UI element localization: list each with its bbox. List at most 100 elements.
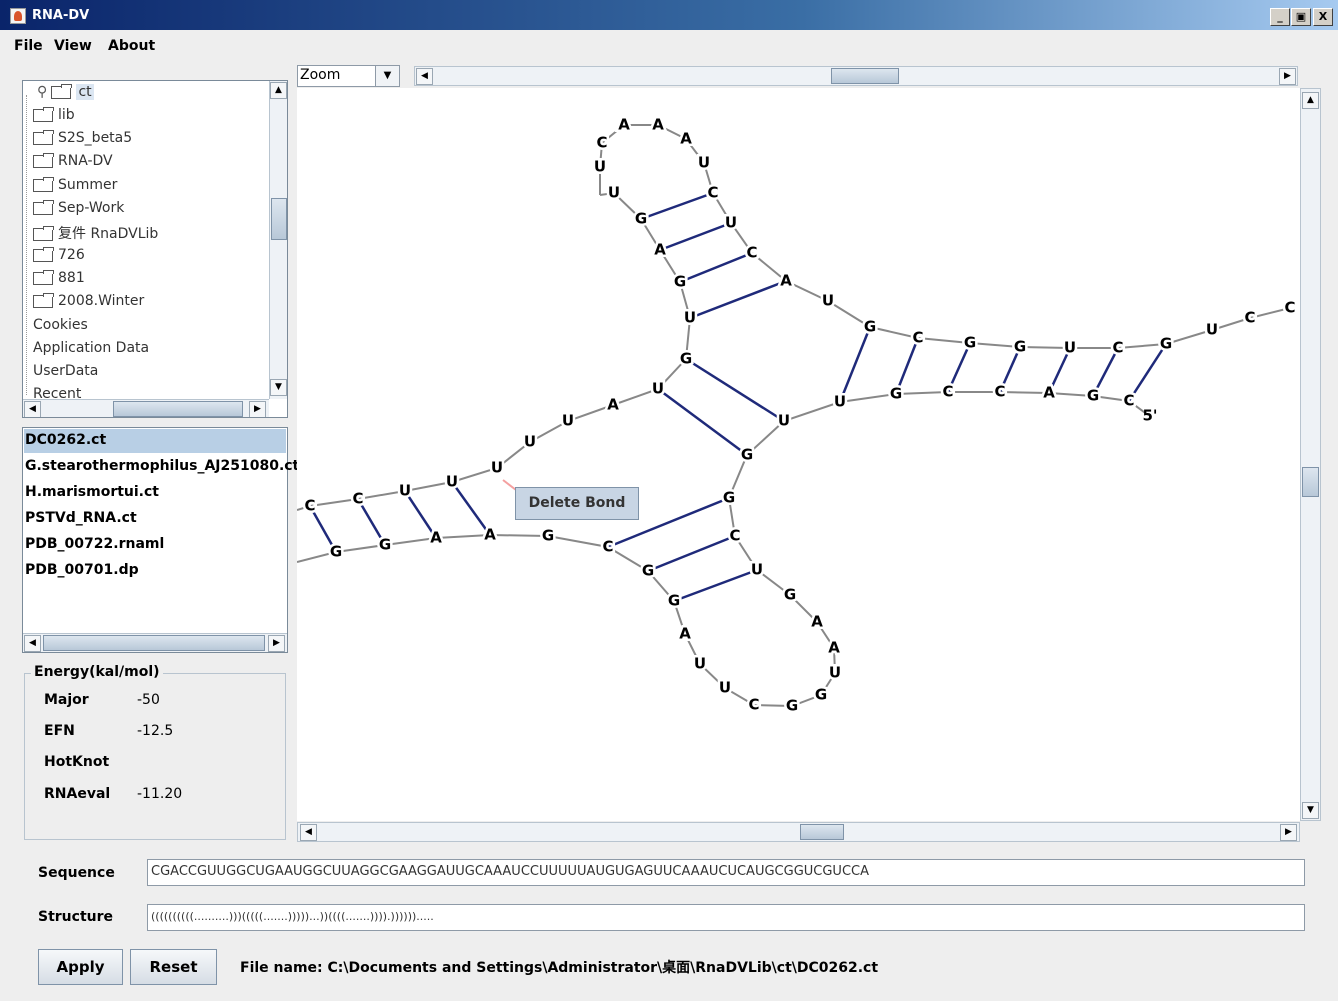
svg-text:U: U	[834, 393, 846, 411]
file-item[interactable]: G.stearothermophilus_AJ251080.ct	[24, 455, 299, 479]
maximize-button[interactable]: ▣	[1291, 8, 1311, 26]
tree-node-root[interactable]: ⚲ ct	[37, 83, 94, 106]
base-pair-bond[interactable]	[1127, 343, 1168, 402]
svg-text:C: C	[748, 696, 759, 714]
tree-horizontal-scrollbar[interactable]: ◀ ▶	[23, 399, 269, 417]
tree-node[interactable]: Sep-Work	[33, 199, 124, 222]
file-item[interactable]: H.marismortui.ct	[24, 481, 286, 505]
file-item[interactable]: DC0262.ct	[24, 429, 286, 453]
base-pair-bond[interactable]	[679, 251, 753, 284]
svg-text:A: A	[1043, 384, 1055, 402]
scroll-left-arrow[interactable]: ◀	[24, 635, 41, 652]
title-bar: RNA-DV _ ▣ X	[0, 0, 1338, 30]
energy-label-efn: EFN	[44, 723, 75, 739]
base-pair-bond[interactable]	[689, 279, 787, 320]
tree-node[interactable]: Application Data	[23, 340, 149, 362]
svg-text:U: U	[491, 459, 503, 477]
scroll-down-arrow[interactable]: ▼	[270, 379, 287, 396]
reset-button[interactable]: Reset	[130, 949, 217, 985]
file-list-horizontal-scrollbar[interactable]: ◀ ▶	[23, 633, 287, 652]
tree-node[interactable]: 复件 RnaDVLib	[33, 223, 158, 245]
tree-node-label: Application Data	[33, 340, 150, 356]
structure-field[interactable]: ((((((((((..........)))(((((.......)))))…	[147, 904, 1305, 931]
tree-node[interactable]: UserData	[23, 363, 98, 385]
canvas-vertical-scrollbar[interactable]: ▲ ▼	[1300, 88, 1321, 821]
tree-node-label: 881	[58, 270, 85, 286]
scroll-right-arrow[interactable]: ▶	[1280, 824, 1297, 841]
delete-bond-menu-item[interactable]: Delete Bond	[515, 487, 639, 520]
tree-node-label: 复件 RnaDVLib	[58, 226, 159, 242]
scroll-thumb[interactable]	[271, 198, 287, 240]
base-pair-bond[interactable]	[647, 534, 736, 573]
apply-button[interactable]: Apply	[38, 949, 123, 985]
tree-node[interactable]: RNA-DV	[33, 152, 113, 175]
close-button[interactable]: X	[1313, 8, 1333, 26]
scroll-down-arrow[interactable]: ▼	[1302, 802, 1319, 819]
menu-view[interactable]: View	[54, 38, 92, 54]
menu-about[interactable]: About	[108, 38, 155, 54]
tree-node[interactable]: 881	[33, 269, 85, 292]
svg-text:C: C	[942, 383, 953, 401]
scroll-thumb[interactable]	[113, 401, 243, 417]
svg-text:U: U	[719, 679, 731, 697]
tree-node[interactable]: S2S_beta5	[33, 129, 132, 152]
scroll-thumb[interactable]	[800, 824, 844, 840]
file-list: DC0262.ct G.stearothermophilus_AJ251080.…	[22, 427, 299, 653]
scroll-up-arrow[interactable]: ▲	[270, 82, 287, 99]
file-item[interactable]: PDB_00722.rnaml	[24, 533, 286, 557]
base-pair-bond[interactable]	[659, 221, 732, 252]
folder-icon	[33, 292, 54, 308]
scroll-right-arrow[interactable]: ▶	[1279, 68, 1296, 85]
base-pair-bond[interactable]	[657, 387, 748, 457]
scroll-right-arrow[interactable]: ▶	[268, 635, 285, 652]
tree-node[interactable]: lib	[33, 106, 75, 129]
svg-text:U: U	[594, 158, 606, 176]
svg-text:U: U	[652, 380, 664, 398]
tree-node[interactable]: 726	[33, 246, 85, 269]
canvas-horizontal-scrollbar[interactable]: ◀ ▶	[297, 822, 1300, 842]
canvas-top-scrollbar[interactable]: ◀ ▶	[414, 66, 1298, 86]
tree-vertical-scrollbar[interactable]: ▲ ▼	[269, 81, 287, 399]
svg-text:G: G	[890, 385, 902, 403]
file-item[interactable]: PSTVd_RNA.ct	[24, 507, 286, 531]
folder-icon	[33, 246, 54, 262]
scroll-thumb[interactable]	[43, 635, 265, 651]
zoom-combo[interactable]: Zoom ▼	[297, 65, 400, 87]
scroll-thumb[interactable]	[831, 68, 899, 84]
svg-text:A: A	[828, 639, 840, 657]
folder-icon	[33, 106, 54, 122]
rna-structure-svg[interactable]: UCA AA UU C GU AC GA UU GC G G U C GUCC GUAUUU …	[297, 88, 1300, 821]
base-pair-bond[interactable]	[640, 191, 714, 221]
rna-structure-canvas[interactable]: UCAAA UUC GU AC GA UU GCGGUCGUCC GUAUUU …	[297, 88, 1300, 821]
sequence-field[interactable]: CGACCGUUGGCUGAAUGGCUUAGGCGAAGGAUUGCAAAUC…	[147, 859, 1305, 886]
base-pair-bond[interactable]	[838, 326, 872, 403]
svg-text:C: C	[1284, 299, 1295, 317]
svg-text:G: G	[642, 562, 654, 580]
folder-icon	[33, 269, 54, 285]
svg-text:U: U	[446, 473, 458, 491]
menu-file[interactable]: File	[14, 38, 43, 54]
scroll-left-arrow[interactable]: ◀	[416, 68, 433, 85]
svg-text:U: U	[778, 412, 790, 430]
scroll-left-arrow[interactable]: ◀	[24, 401, 41, 417]
directory-tree: ⚲ ct lib S2S_beta5 RNA-DV Summer Sep-Wor…	[22, 80, 288, 418]
base-pair-bond[interactable]	[685, 357, 785, 423]
svg-text:C: C	[304, 497, 315, 515]
minimize-button[interactable]: _	[1270, 8, 1290, 26]
tree-node[interactable]: 2008.Winter	[33, 292, 144, 315]
scroll-left-arrow[interactable]: ◀	[300, 824, 317, 841]
sequence-label: Sequence	[38, 865, 115, 881]
tree-node[interactable]: Cookies	[23, 317, 88, 339]
scroll-thumb[interactable]	[1302, 467, 1319, 497]
svg-text:A: A	[430, 529, 442, 547]
folder-icon	[33, 225, 54, 241]
base-pair-bond[interactable]	[673, 568, 758, 603]
svg-text:C: C	[596, 134, 607, 152]
scroll-right-arrow[interactable]: ▶	[249, 401, 266, 417]
file-item[interactable]: PDB_00701.dp	[24, 559, 286, 583]
svg-text:U: U	[725, 214, 737, 232]
chevron-down-icon[interactable]: ▼	[375, 66, 399, 86]
scroll-up-arrow[interactable]: ▲	[1302, 92, 1319, 109]
tree-expand-icon[interactable]: ⚲	[37, 84, 47, 100]
tree-node[interactable]: Summer	[33, 176, 117, 199]
